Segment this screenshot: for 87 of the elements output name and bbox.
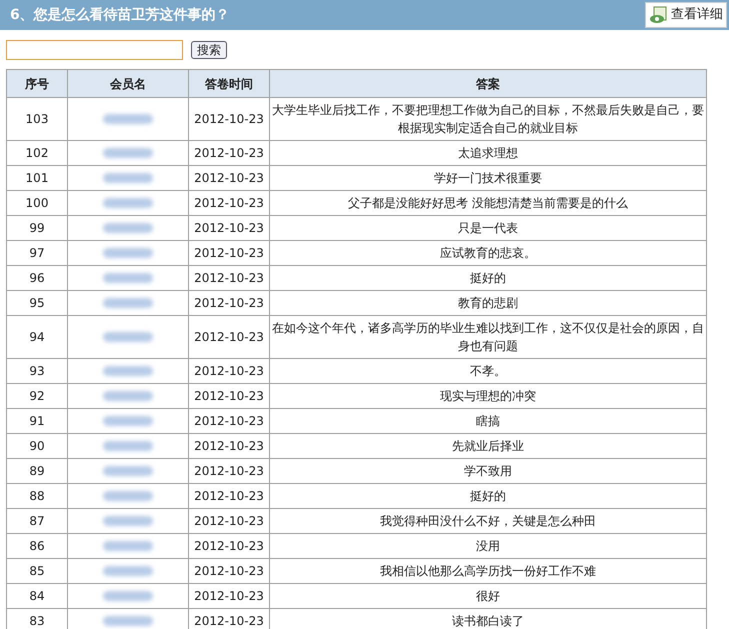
table-cell: 只是一代表 bbox=[270, 216, 706, 240]
blurred-name bbox=[103, 441, 153, 451]
table-cell: 2012-10-23 bbox=[188, 584, 270, 608]
blurred-name bbox=[103, 298, 153, 308]
table-cell: 很好 bbox=[270, 584, 706, 608]
table-cell: 应试教育的悲哀。 bbox=[270, 240, 706, 266]
table-cell: 2012-10-23 bbox=[188, 534, 270, 558]
table-cell: 挺好的 bbox=[270, 266, 706, 290]
column-header: 会员名 bbox=[68, 70, 188, 98]
blurred-name bbox=[103, 114, 153, 124]
table-cell: 2012-10-23 bbox=[188, 266, 270, 290]
table-cell: 学好一门技术很重要 bbox=[270, 166, 706, 190]
table-cell: 86 bbox=[6, 534, 68, 558]
table-cell: 2012-10-23 bbox=[188, 240, 270, 266]
document-eye-icon bbox=[649, 6, 669, 24]
question-title: 6、您是怎么看待苗卫芳这件事的？ bbox=[10, 6, 230, 24]
table-cell: 102 bbox=[6, 140, 68, 166]
table-cell: 2012-10-23 bbox=[188, 384, 270, 408]
table-cell: 我相信以他那么高学历找一份好工作不难 bbox=[270, 558, 706, 584]
table-cell: 2012-10-23 bbox=[188, 98, 270, 140]
blurred-name bbox=[103, 332, 153, 342]
table-cell: 太追求理想 bbox=[270, 140, 706, 166]
blurred-name bbox=[103, 591, 153, 601]
table-cell: 现实与理想的冲突 bbox=[270, 384, 706, 408]
table-cell: 92 bbox=[6, 384, 68, 408]
table-cell: 97 bbox=[6, 240, 68, 266]
table-cell: 89 bbox=[6, 458, 68, 484]
table-cell: 2012-10-23 bbox=[188, 166, 270, 190]
blurred-name bbox=[103, 223, 153, 233]
blurred-name bbox=[103, 541, 153, 551]
table-cell: 2012-10-23 bbox=[188, 140, 270, 166]
table-cell: 2012-10-23 bbox=[188, 434, 270, 458]
table-cell: 87 bbox=[6, 508, 68, 534]
view-details-button[interactable]: 查看详细 bbox=[645, 2, 727, 28]
table-cell: 91 bbox=[6, 408, 68, 434]
table-cell: 2012-10-23 bbox=[188, 358, 270, 384]
table-cell: 2012-10-23 bbox=[188, 290, 270, 316]
blurred-name bbox=[103, 391, 153, 401]
table-cell: 学不致用 bbox=[270, 458, 706, 484]
table-cell: 2012-10-23 bbox=[188, 508, 270, 534]
column-header: 答卷时间 bbox=[188, 70, 270, 98]
table-cell: 2012-10-23 bbox=[188, 484, 270, 508]
table-cell: 93 bbox=[6, 358, 68, 384]
table-cell: 2012-10-23 bbox=[188, 408, 270, 434]
column-header: 序号 bbox=[6, 70, 68, 98]
table-cell: 教育的悲剧 bbox=[270, 290, 706, 316]
table-cell: 101 bbox=[6, 166, 68, 190]
blurred-name bbox=[103, 248, 153, 258]
blurred-name bbox=[103, 616, 153, 626]
table-cell: 瞎搞 bbox=[270, 408, 706, 434]
table-cell: 95 bbox=[6, 290, 68, 316]
blurred-name bbox=[103, 466, 153, 476]
table-cell: 挺好的 bbox=[270, 484, 706, 508]
table-cell: 83 bbox=[6, 608, 68, 629]
table-cell: 2012-10-23 bbox=[188, 316, 270, 358]
blurred-name bbox=[103, 516, 153, 526]
table-cell: 94 bbox=[6, 316, 68, 358]
table-cell: 大学生毕业后找工作，不要把理想工作做为自己的目标，不然最后失败是自己，要根据现实制定适合自己的就业目标 bbox=[270, 98, 706, 140]
search-button[interactable]: 搜索 bbox=[191, 41, 227, 59]
table-cell: 88 bbox=[6, 484, 68, 508]
table-cell: 90 bbox=[6, 434, 68, 458]
table-cell: 我觉得种田没什么不好，关键是怎么种田 bbox=[270, 508, 706, 534]
blurred-name bbox=[103, 148, 153, 158]
blurred-name bbox=[103, 173, 153, 183]
table-cell: 85 bbox=[6, 558, 68, 584]
table-cell: 先就业后择业 bbox=[270, 434, 706, 458]
table-cell: 2012-10-23 bbox=[188, 190, 270, 216]
table-cell: 没用 bbox=[270, 534, 706, 558]
blurred-name bbox=[103, 273, 153, 283]
search-field[interactable] bbox=[6, 40, 183, 60]
blurred-name bbox=[103, 416, 153, 426]
column-header: 答案 bbox=[270, 70, 706, 98]
table-cell: 在如今这个年代，诸多高学历的毕业生难以找到工作，这不仅仅是社会的原因，自身也有问题 bbox=[270, 316, 706, 358]
blurred-name bbox=[103, 198, 153, 208]
table-cell: 99 bbox=[6, 216, 68, 240]
table-cell: 父子都是没能好好思考 没能想清楚当前需要是的什么 bbox=[270, 190, 706, 216]
table-cell: 2012-10-23 bbox=[188, 216, 270, 240]
table-cell: 96 bbox=[6, 266, 68, 290]
table-cell: 84 bbox=[6, 584, 68, 608]
blurred-name bbox=[103, 491, 153, 501]
table-cell: 2012-10-23 bbox=[188, 558, 270, 584]
table-cell: 100 bbox=[6, 190, 68, 216]
blurred-name bbox=[103, 566, 153, 576]
table-cell: 2012-10-23 bbox=[188, 458, 270, 484]
blurred-name bbox=[103, 366, 153, 376]
table-cell: 103 bbox=[6, 98, 68, 140]
table-cell: 不孝。 bbox=[270, 358, 706, 384]
